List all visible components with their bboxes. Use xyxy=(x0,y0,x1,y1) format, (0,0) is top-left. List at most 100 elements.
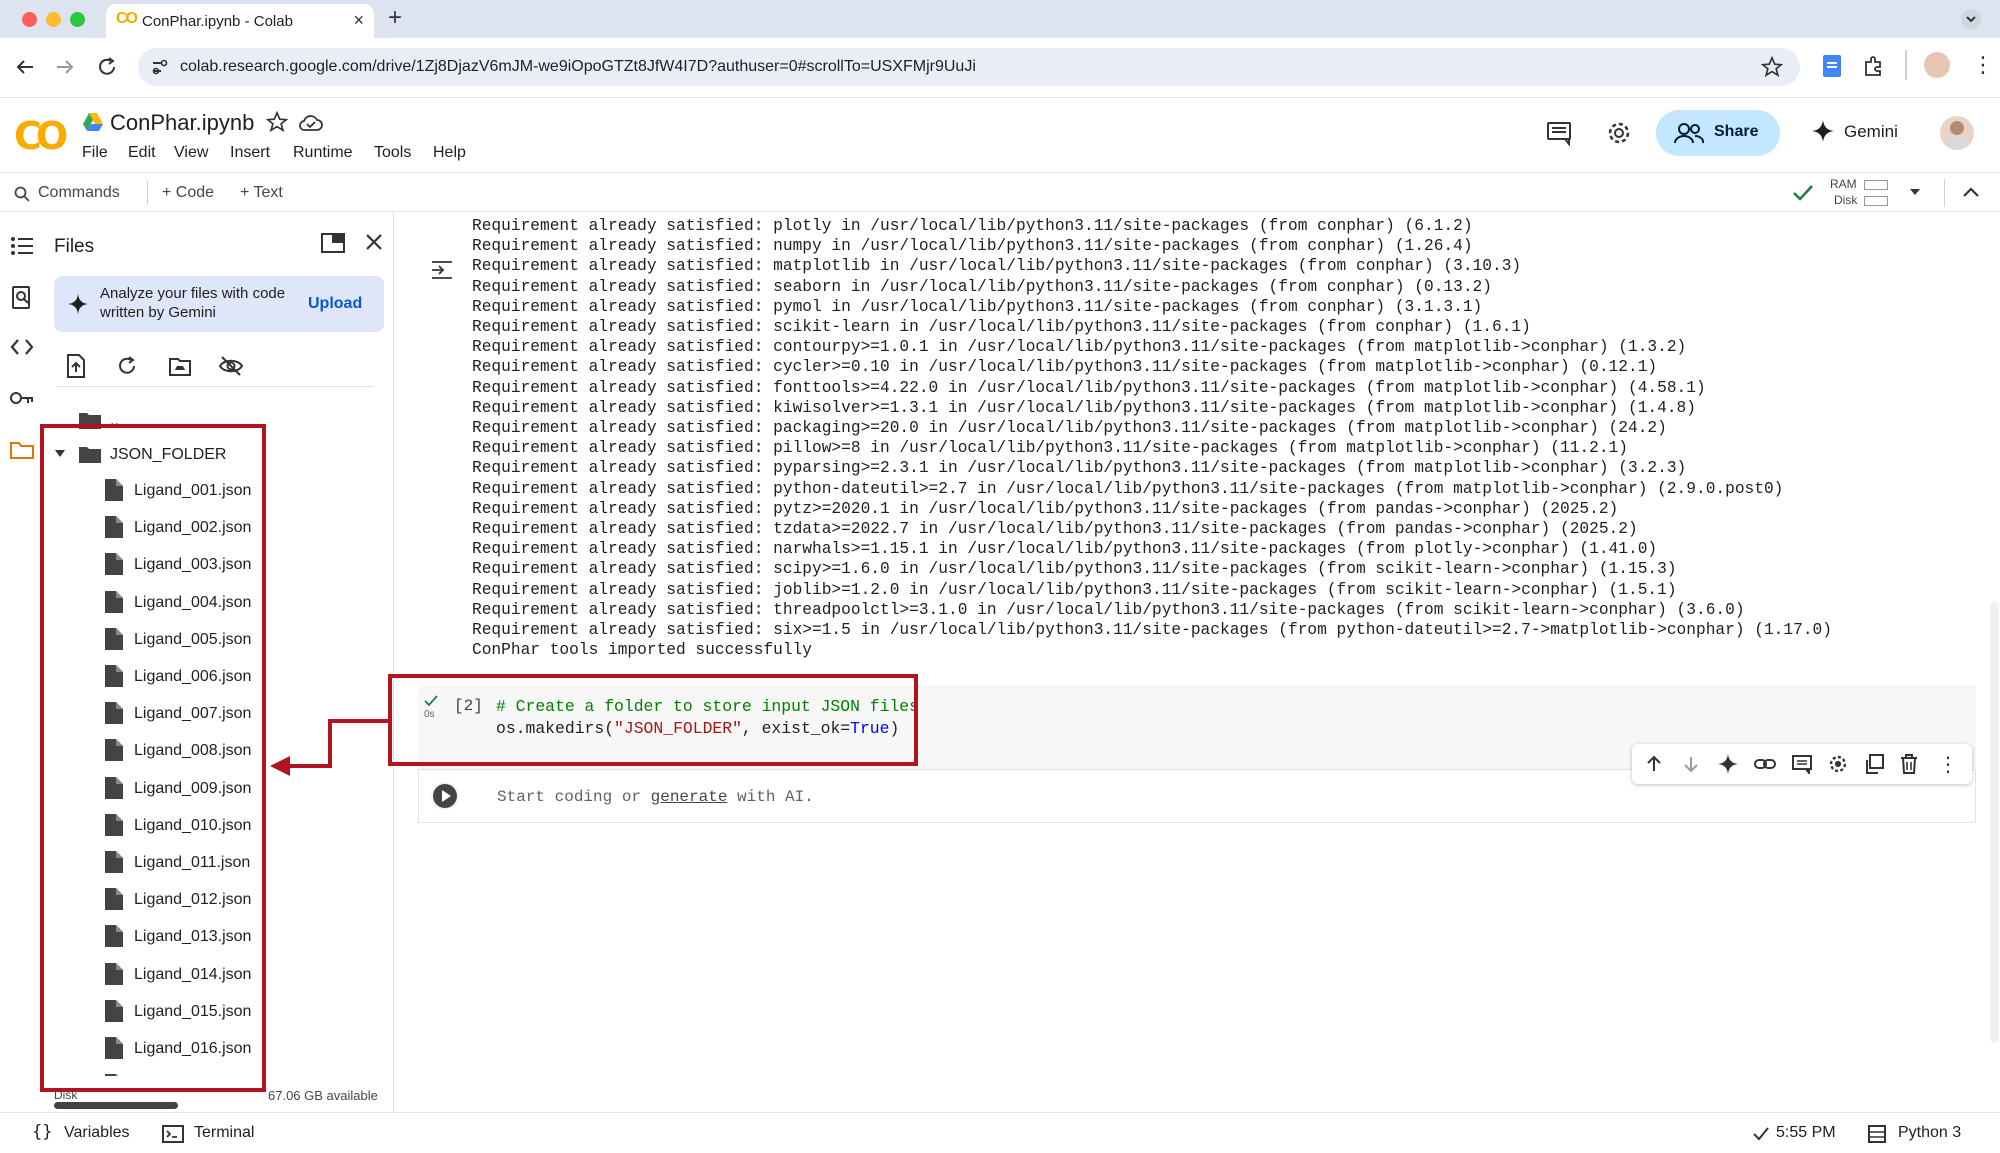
site-info-icon[interactable] xyxy=(150,58,168,76)
code-snippets-icon[interactable] xyxy=(10,338,34,356)
menu-runtime[interactable]: Runtime xyxy=(293,144,353,162)
output-line: Requirement already satisfied: matplotli… xyxy=(472,257,1522,276)
maximize-window-button[interactable] xyxy=(70,12,85,27)
cell-toolbar: ⋮ xyxy=(1632,744,1972,784)
open-in-tab-icon[interactable] xyxy=(320,232,346,254)
panel-divider xyxy=(56,386,374,387)
profile-avatar[interactable] xyxy=(1924,52,1950,78)
table-of-contents-icon[interactable] xyxy=(10,236,34,256)
notebook-scrollbar[interactable] xyxy=(1990,602,1999,1042)
output-toggle-icon[interactable] xyxy=(430,260,454,280)
output-line: Requirement already satisfied: packaging… xyxy=(472,419,1667,438)
disk-meter[interactable] xyxy=(1864,196,1888,206)
status-bar: {} Variables Terminal 5:55 PM Python 3 xyxy=(0,1112,2000,1153)
file-panel-scrollbar[interactable] xyxy=(54,1102,178,1109)
bookmark-star-icon[interactable] xyxy=(1761,56,1783,78)
output-line: Requirement already satisfied: pyparsing… xyxy=(472,459,1687,478)
ram-meter[interactable] xyxy=(1864,180,1888,190)
variables-button[interactable]: Variables xyxy=(64,1124,130,1142)
gemini-sparkle-icon[interactable] xyxy=(1718,754,1738,774)
connected-check-icon xyxy=(1792,183,1814,203)
output-line: Requirement already satisfied: tzdata>=2… xyxy=(472,520,1638,539)
toolbar-divider xyxy=(1905,50,1907,80)
menu-edit[interactable]: Edit xyxy=(128,144,156,162)
colab-logo-icon[interactable]: CO xyxy=(14,114,68,158)
tab-search-icon[interactable] xyxy=(1960,8,1982,30)
gemini-card-text: Analyze your files with code written by … xyxy=(100,285,286,321)
menu-file[interactable]: File xyxy=(82,144,108,162)
cell-more-options-icon[interactable]: ⋮ xyxy=(1938,752,1958,777)
browser-tab[interactable]: CO ConPhar.ipynb - Colab × xyxy=(106,4,374,38)
cloud-saved-icon[interactable] xyxy=(298,112,324,132)
hide-hidden-files-icon[interactable] xyxy=(218,355,244,377)
cell-output: Requirement already satisfied: plotly in… xyxy=(472,216,1972,660)
left-sidebar-rail xyxy=(0,212,42,1112)
cell-placeholder[interactable]: Start coding or generate with AI. xyxy=(497,788,814,806)
resources-dropdown-icon[interactable] xyxy=(1908,187,1922,197)
user-avatar[interactable] xyxy=(1940,116,1974,150)
output-line: Requirement already satisfied: pytz>=202… xyxy=(472,499,1619,518)
refresh-icon[interactable] xyxy=(116,355,138,377)
browser-tab-bar: CO ConPhar.ipynb - Colab × + xyxy=(0,0,2000,38)
comment-icon[interactable] xyxy=(1792,754,1812,774)
reload-icon[interactable] xyxy=(96,56,118,78)
run-cell-button[interactable] xyxy=(431,782,459,810)
upload-button[interactable]: Upload xyxy=(308,295,362,313)
link-icon[interactable] xyxy=(1754,754,1776,774)
commands-button[interactable]: Commands xyxy=(38,184,120,202)
output-line: Requirement already satisfied: plotly in… xyxy=(472,217,1473,235)
back-arrow-icon[interactable] xyxy=(14,56,36,78)
add-code-button[interactable]: + Code xyxy=(162,184,214,202)
menu-tools[interactable]: Tools xyxy=(374,144,411,162)
mount-drive-icon[interactable] xyxy=(168,355,192,377)
browser-menu-icon[interactable]: ⋮ xyxy=(1972,52,1994,78)
gemini-sparkle-icon xyxy=(68,294,88,314)
code-cell-highlight xyxy=(388,674,918,766)
gemini-button[interactable]: Gemini xyxy=(1844,122,1898,142)
terminal-button[interactable]: Terminal xyxy=(194,1124,254,1142)
close-window-button[interactable] xyxy=(22,12,37,27)
cell-settings-gear-icon[interactable] xyxy=(1828,754,1848,774)
status-time[interactable]: 5:55 PM xyxy=(1776,1124,1836,1142)
move-cell-up-icon[interactable] xyxy=(1644,754,1664,774)
minimize-window-button[interactable] xyxy=(46,12,61,27)
mirror-cell-icon[interactable] xyxy=(1864,754,1884,774)
secrets-key-icon[interactable] xyxy=(9,390,35,406)
google-docs-extension-icon[interactable] xyxy=(1822,54,1842,78)
find-replace-icon[interactable] xyxy=(11,286,33,310)
move-cell-down-icon[interactable] xyxy=(1681,754,1701,774)
output-line: Requirement already satisfied: numpy in … xyxy=(472,237,1473,256)
disk-available: 67.06 GB available xyxy=(268,1088,378,1103)
output-line: Requirement already satisfied: scikit-le… xyxy=(472,318,1531,337)
new-tab-icon[interactable]: + xyxy=(388,4,402,32)
add-text-button[interactable]: + Text xyxy=(240,184,283,202)
json-folder-highlight xyxy=(40,424,266,1092)
close-panel-icon[interactable] xyxy=(364,232,384,252)
files-folder-icon[interactable] xyxy=(9,440,35,460)
extensions-puzzle-icon[interactable] xyxy=(1862,54,1886,78)
menu-help[interactable]: Help xyxy=(433,144,466,162)
command-bar: Commands + Code + Text RAM Disk xyxy=(0,172,2000,212)
share-button[interactable]: Share xyxy=(1656,110,1780,156)
output-line: Requirement already satisfied: scipy>=1.… xyxy=(472,560,1677,579)
variables-braces-icon: {} xyxy=(32,1122,53,1142)
forward-arrow-icon[interactable] xyxy=(54,56,76,78)
collapse-header-icon[interactable] xyxy=(1962,185,1980,199)
url-text[interactable]: colab.research.google.com/drive/1Zj8Djaz… xyxy=(180,58,976,76)
generate-link[interactable]: generate xyxy=(651,788,728,806)
gemini-sparkle-icon[interactable] xyxy=(1812,120,1834,142)
delete-cell-icon[interactable] xyxy=(1900,754,1918,774)
menu-view[interactable]: View xyxy=(174,144,208,162)
comments-icon[interactable] xyxy=(1546,120,1572,146)
output-line: Requirement already satisfied: contourpy… xyxy=(472,338,1687,357)
close-tab-icon[interactable]: × xyxy=(353,10,364,31)
settings-gear-icon[interactable] xyxy=(1606,120,1632,146)
output-line: Requirement already satisfied: pillow>=8… xyxy=(472,439,1628,458)
upload-file-icon[interactable] xyxy=(66,354,86,378)
star-icon[interactable] xyxy=(266,111,288,133)
address-bar[interactable]: colab.research.google.com/drive/1Zj8Djaz… xyxy=(138,48,1800,86)
output-line: Requirement already satisfied: narwhals>… xyxy=(472,540,1658,559)
menu-insert[interactable]: Insert xyxy=(230,144,270,162)
notebook-title[interactable]: ConPhar.ipynb xyxy=(110,110,254,136)
runtime-type[interactable]: Python 3 xyxy=(1898,1124,1961,1142)
